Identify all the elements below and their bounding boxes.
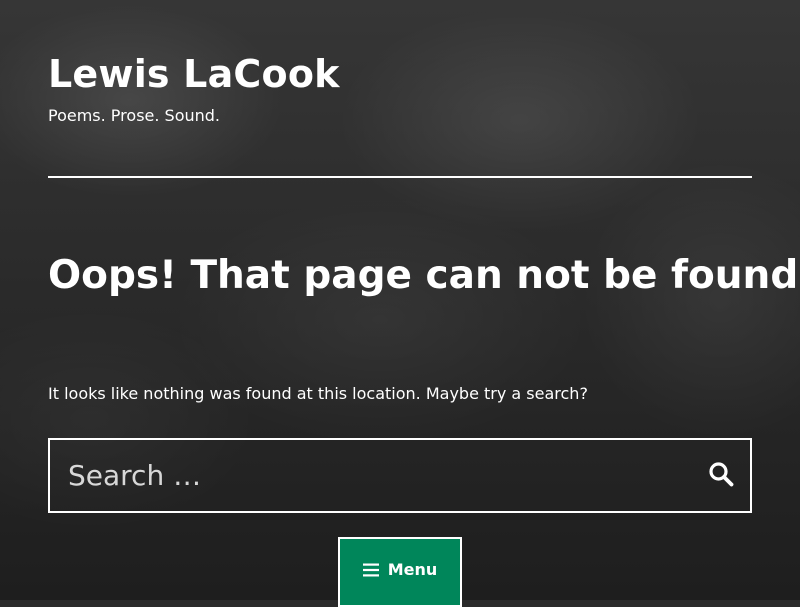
page-title: Oops! That page can not be found. bbox=[48, 253, 800, 298]
search-form bbox=[48, 438, 752, 513]
page-content: Lewis LaCook Poems. Prose. Sound. Oops! … bbox=[0, 0, 800, 607]
site-title[interactable]: Lewis LaCook bbox=[48, 52, 340, 96]
search-input[interactable] bbox=[50, 440, 690, 511]
not-found-message: It looks like nothing was found at this … bbox=[48, 384, 588, 403]
site-tagline: Poems. Prose. Sound. bbox=[48, 106, 221, 125]
hamburger-icon bbox=[362, 559, 379, 581]
menu-toggle-button[interactable]: Menu bbox=[338, 537, 462, 607]
menu-label: Menu bbox=[387, 560, 438, 579]
header-divider bbox=[48, 176, 752, 178]
search-icon bbox=[708, 461, 734, 490]
search-button[interactable] bbox=[696, 440, 746, 511]
